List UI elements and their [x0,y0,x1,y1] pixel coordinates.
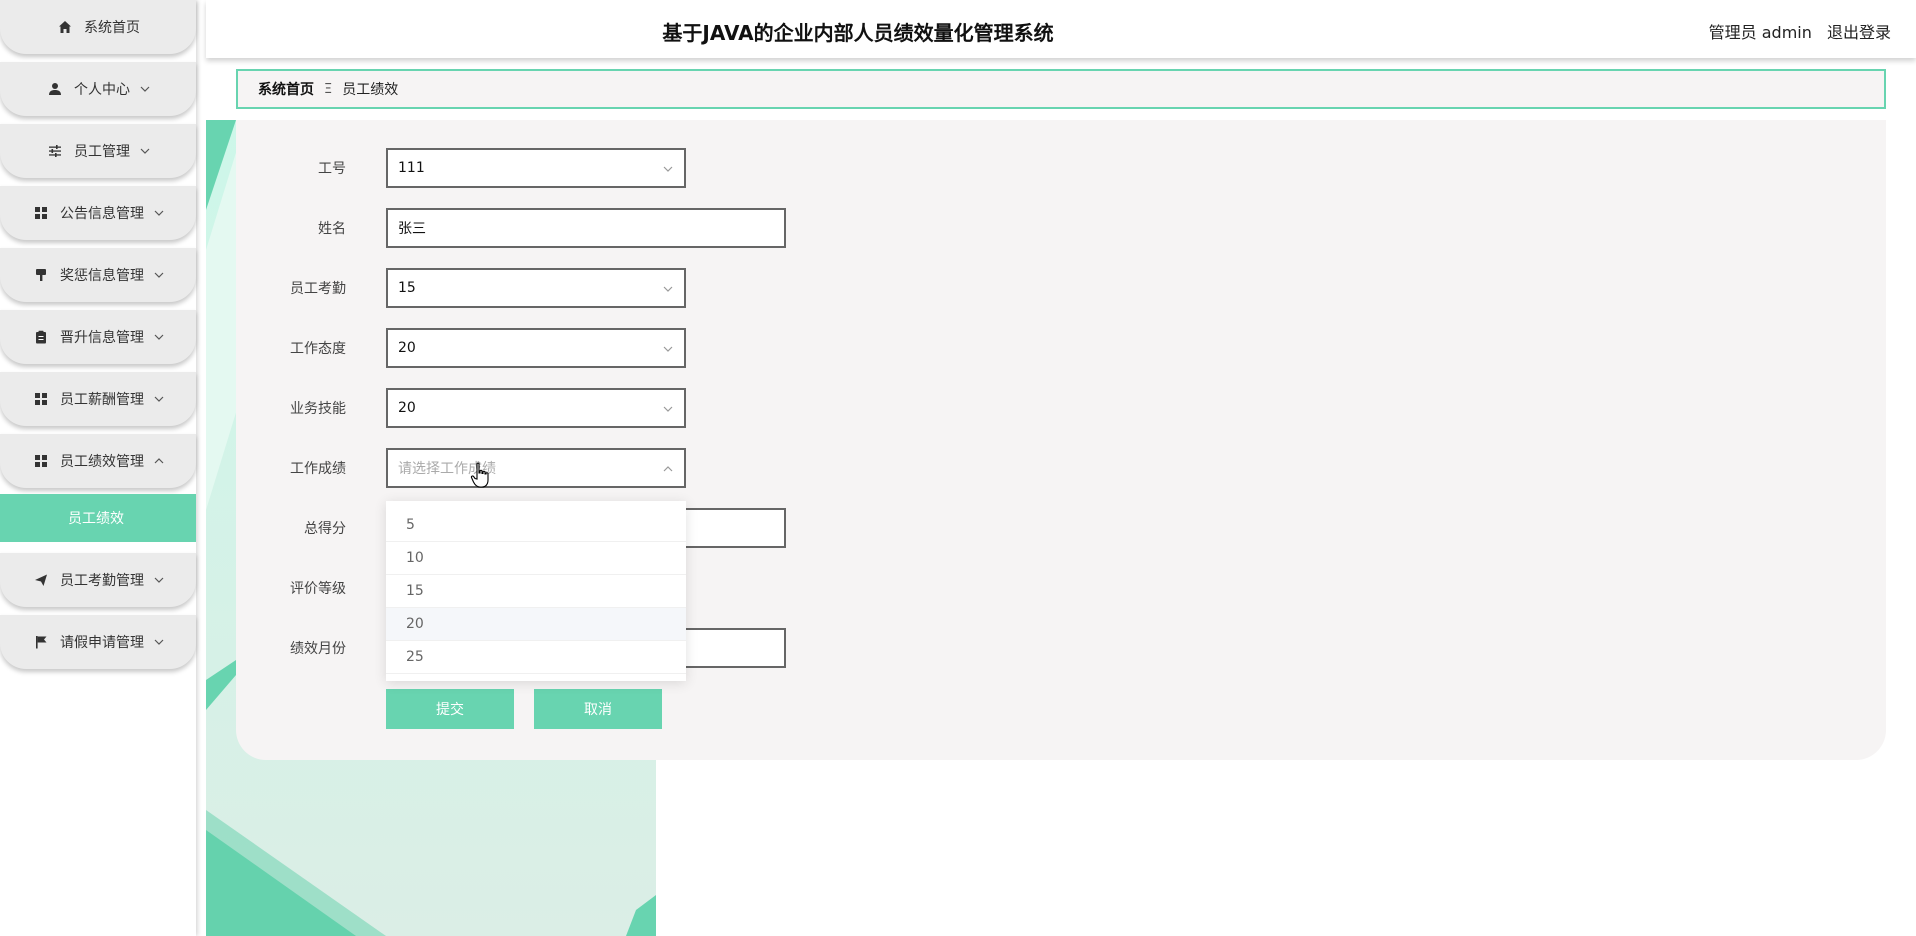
form-row-attendance: 员工考勤 [236,268,386,308]
chevron-down-icon [662,343,674,355]
employee-id-select[interactable]: 111 [386,148,686,188]
sidebar-item-label: 员工绩效管理 [60,454,144,470]
form-row-work-attitude: 工作态度 [236,328,386,368]
sidebar-subitem-label: 员工绩效 [68,511,124,527]
sidebar-item-label: 员工薪酬管理 [60,392,144,408]
sidebar-item-attendance-management[interactable]: 员工考勤管理 [0,553,196,607]
form-row-employee-id: 工号 [236,148,386,188]
field-label: 业务技能 [290,401,346,417]
cancel-button[interactable]: 取消 [534,689,662,729]
select-value: 111 [398,160,425,176]
top-header: 基于JAVA的企业内部人员绩效量化管理系统 管理员 admin 退出登录 [206,0,1916,58]
sidebar-item-salary-management[interactable]: 员工薪酬管理 [0,372,196,426]
sidebar-item-employee-management[interactable]: 员工管理 [0,124,196,178]
attendance-select[interactable]: 15 [386,268,686,308]
person-icon [46,80,64,98]
dropdown-option-hovered[interactable]: 20 [386,608,686,641]
home-icon [56,18,74,36]
submit-button[interactable]: 提交 [386,689,514,729]
form-row-name: 姓名 [236,208,386,248]
chevron-down-icon [662,283,674,295]
grid-icon [32,390,50,408]
chevron-down-icon [154,208,164,218]
sidebar-item-leave-management[interactable]: 请假申请管理 [0,615,196,669]
sidebar-item-label: 晋升信息管理 [60,330,144,346]
breadcrumb-separator: Ξ [324,81,333,97]
clipboard-icon [32,328,50,346]
form-row-performance-month: 绩效月份 [236,628,386,668]
sidebar-item-label: 员工管理 [74,144,130,160]
sidebar-item-personal-center[interactable]: 个人中心 [0,62,196,116]
flag-icon [32,633,50,651]
work-result-select[interactable]: 请选择工作成绩 [386,448,686,488]
field-label: 工作成绩 [290,461,346,477]
sidebar-subitem-employee-performance[interactable]: 员工绩效 [0,494,196,542]
sidebar-item-announcement-management[interactable]: 公告信息管理 [0,186,196,240]
dropdown-option[interactable]: 10 [386,542,686,575]
hand-cursor-icon [470,462,492,490]
chevron-down-icon [154,270,164,280]
field-label: 工作态度 [290,341,346,357]
select-value: 20 [398,340,416,356]
chevron-up-icon [154,456,164,466]
form-row-total-score: 总得分 [236,508,386,548]
chevron-down-icon [154,575,164,585]
brush-icon [32,266,50,284]
sidebar-item-home[interactable]: 系统首页 [0,0,196,54]
sidebar-item-label: 奖惩信息管理 [60,268,144,284]
chevron-up-icon [662,463,674,475]
field-label: 评价等级 [290,581,346,597]
work-result-dropdown: 5 10 15 20 25 [386,501,686,681]
chevron-down-icon [140,146,150,156]
chevron-down-icon [662,163,674,175]
chevron-down-icon [154,637,164,647]
input-value: 张三 [398,221,426,237]
dropdown-option[interactable]: 25 [386,641,686,674]
sliders-icon [46,142,64,160]
name-input[interactable]: 张三 [386,208,786,248]
sidebar-item-label: 公告信息管理 [60,206,144,222]
select-value: 20 [398,400,416,416]
sidebar-item-performance-management[interactable]: 员工绩效管理 [0,434,196,488]
dropdown-option[interactable]: 5 [386,509,686,542]
form-row-work-result: 工作成绩 [236,448,386,488]
sidebar-item-promotion-management[interactable]: 晋升信息管理 [0,310,196,364]
app-title: 基于JAVA的企业内部人员绩效量化管理系统 [662,21,1054,45]
field-label: 姓名 [318,221,346,237]
send-icon [32,571,50,589]
user-area: 管理员 admin 退出登录 [1699,19,1891,43]
chevron-down-icon [154,394,164,404]
breadcrumb-home[interactable]: 系统首页 [258,79,314,99]
field-label: 工号 [318,161,346,177]
sidebar: 系统首页 个人中心 员工管理 公告信息管理 奖惩信息管理 晋升信息管理 员工薪酬… [0,0,196,936]
sidebar-item-reward-punishment-management[interactable]: 奖惩信息管理 [0,248,196,302]
field-label: 绩效月份 [290,641,346,657]
sidebar-item-label: 请假申请管理 [60,635,144,651]
select-value: 15 [398,280,416,296]
grid-icon [32,204,50,222]
chevron-down-icon [154,332,164,342]
form-row-business-skill: 业务技能 [236,388,386,428]
dropdown-option[interactable]: 15 [386,575,686,608]
work-attitude-select[interactable]: 20 [386,328,686,368]
chevron-down-icon [140,84,150,94]
user-label: 管理员 admin [1708,23,1812,42]
sidebar-item-label: 系统首页 [84,20,140,36]
field-label: 员工考勤 [290,281,346,297]
sidebar-item-label: 个人中心 [74,82,130,98]
grid-icon [32,452,50,470]
field-label: 总得分 [304,521,346,537]
form-row-evaluation-level: 评价等级 [236,568,386,608]
sidebar-item-label: 员工考勤管理 [60,573,144,589]
breadcrumb-current: 员工绩效 [342,82,399,98]
chevron-down-icon [662,403,674,415]
business-skill-select[interactable]: 20 [386,388,686,428]
breadcrumb: 系统首页 Ξ 员工绩效 [236,69,1886,109]
logout-link[interactable]: 退出登录 [1827,23,1891,42]
